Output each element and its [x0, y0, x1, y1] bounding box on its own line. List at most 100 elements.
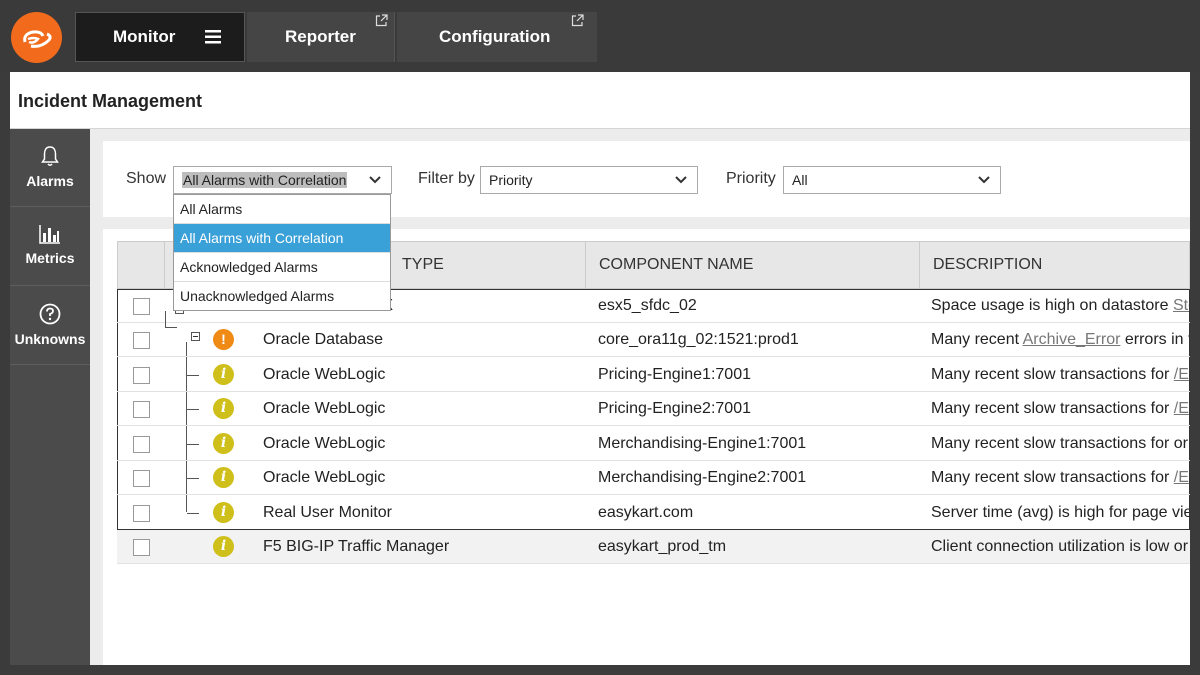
row-description-text: Many recent slow transactions for — [931, 469, 1174, 486]
row-component[interactable]: esx5_sfdc_02 — [598, 297, 697, 315]
tree-line — [187, 409, 199, 410]
table-row[interactable]: i Oracle WebLogic Merchandising-Engine1:… — [117, 427, 1190, 461]
tab-reporter-label: Reporter — [285, 27, 356, 46]
row-description-tail: errors in th — [1124, 331, 1189, 348]
dropdown-option-unacknowledged[interactable]: Unacknowledged Alarms — [174, 282, 390, 310]
row-description-link[interactable]: /E — [1174, 469, 1189, 486]
row-checkbox[interactable] — [133, 505, 150, 522]
row-checkbox[interactable] — [133, 298, 150, 315]
priority-label: Priority — [726, 170, 776, 187]
row-checkbox[interactable] — [133, 332, 150, 349]
bar-chart-icon — [39, 225, 60, 244]
priority-select-value: All — [792, 172, 808, 188]
tab-configuration[interactable]: Configuration — [397, 12, 597, 62]
table-row[interactable]: ! Oracle Database core_ora11g_02:1521:pr… — [117, 323, 1190, 357]
tree-line — [187, 513, 199, 514]
row-component[interactable]: Merchandising-Engine1:7001 — [598, 435, 806, 453]
info-alarm-icon: i — [213, 364, 234, 385]
tree-line — [187, 478, 199, 479]
row-type: Oracle Database — [263, 331, 384, 348]
row-description: Many recent slow transactions for /E — [931, 366, 1189, 384]
dropdown-option-all-alarms[interactable]: All Alarms — [174, 195, 390, 224]
header-component-label: COMPONENT NAME — [599, 256, 754, 273]
row-description: Many recent Archive_Error errors in th — [931, 331, 1189, 349]
page-title: Incident Management — [18, 91, 203, 111]
sidebar-item-unknowns[interactable]: Unknowns — [10, 287, 90, 365]
row-description: Many recent slow transactions for or — [931, 435, 1188, 452]
chevron-down-icon — [675, 176, 687, 184]
table-row[interactable]: i Oracle WebLogic Pricing-Engine2:7001 M… — [117, 392, 1190, 426]
row-checkbox[interactable] — [133, 436, 150, 453]
row-component[interactable]: easykart.com — [598, 504, 693, 522]
row-type: Oracle WebLogic — [263, 366, 386, 383]
row-type: Oracle WebLogic — [263, 469, 386, 486]
header-component-name[interactable]: COMPONENT NAME — [585, 242, 919, 288]
dropdown-option-acknowledged[interactable]: Acknowledged Alarms — [174, 253, 390, 282]
show-dropdown-menu: All Alarms All Alarms with Correlation A… — [173, 194, 391, 311]
header-description-label: DESCRIPTION — [933, 256, 1043, 273]
row-description-text: Many recent — [931, 331, 1023, 348]
row-description-link[interactable]: Sto — [1173, 297, 1189, 314]
bell-icon — [41, 146, 59, 166]
row-description-link[interactable]: /E — [1174, 400, 1189, 417]
info-alarm-icon: i — [213, 502, 234, 523]
row-description: Many recent slow transactions for /E — [931, 469, 1189, 487]
question-circle-icon — [39, 303, 61, 325]
filter-by-select[interactable]: Priority — [480, 166, 698, 194]
row-type: F5 BIG-IP Traffic Manager — [263, 538, 450, 555]
chevron-down-icon — [978, 176, 990, 184]
tab-reporter[interactable]: Reporter — [247, 12, 395, 62]
external-link-icon — [571, 14, 584, 27]
row-component[interactable]: core_ora11g_02:1521:prod1 — [598, 331, 799, 349]
show-select[interactable]: All Alarms with Correlation — [173, 166, 392, 194]
show-label: Show — [126, 170, 167, 187]
external-link-icon — [375, 14, 388, 27]
title-bar: Incident Management — [10, 72, 1190, 129]
tab-configuration-label: Configuration — [439, 27, 551, 46]
row-checkbox[interactable] — [133, 367, 150, 384]
row-checkbox[interactable] — [133, 401, 150, 418]
chevron-down-icon — [369, 176, 381, 184]
info-alarm-icon: i — [213, 467, 234, 488]
row-description-text: Many recent slow transactions for — [931, 366, 1174, 383]
row-description: Many recent slow transactions for /E — [931, 400, 1189, 418]
tree-line — [187, 444, 199, 445]
row-component[interactable]: Pricing-Engine1:7001 — [598, 366, 751, 384]
sidebar-item-metrics[interactable]: Metrics — [10, 208, 90, 286]
row-description-link[interactable]: /E — [1174, 366, 1189, 383]
table-row[interactable]: i Oracle WebLogic Merchandising-Engine2:… — [117, 461, 1190, 495]
sidebar-item-alarms-label: Alarms — [26, 173, 74, 189]
row-description-text: Many recent slow transactions for — [931, 400, 1174, 417]
app-shell: Incident Management Alarms Metrics Unkno… — [10, 72, 1190, 665]
info-alarm-icon: i — [213, 433, 234, 454]
hamburger-menu-icon[interactable] — [205, 30, 221, 44]
row-description: Client connection utilization is low or — [931, 538, 1189, 555]
info-alarm-icon: i — [213, 536, 234, 557]
table-row[interactable]: i F5 BIG-IP Traffic Manager easykart_pro… — [117, 530, 1190, 564]
sidebar-item-metrics-label: Metrics — [25, 250, 75, 266]
row-description-link[interactable]: Archive_Error — [1023, 331, 1121, 348]
dropdown-option-all-alarms-correlation[interactable]: All Alarms with Correlation — [174, 224, 390, 253]
row-type: Real User Monitor — [263, 504, 392, 521]
row-checkbox[interactable] — [133, 539, 150, 556]
priority-select[interactable]: All — [783, 166, 1001, 194]
app-logo[interactable] — [11, 12, 62, 63]
header-description[interactable]: DESCRIPTION — [919, 242, 1190, 288]
table-row[interactable]: i Oracle WebLogic Pricing-Engine1:7001 M… — [117, 358, 1190, 392]
table-row[interactable]: i Real User Monitor easykart.com Server … — [117, 496, 1190, 530]
top-navigation-bar: Monitor Reporter Configuration — [0, 0, 1200, 72]
row-type: Oracle WebLogic — [263, 400, 386, 417]
sidebar-item-alarms[interactable]: Alarms — [10, 129, 90, 207]
info-alarm-icon: i — [213, 398, 234, 419]
filter-by-label: Filter by — [418, 170, 475, 187]
row-component[interactable]: Merchandising-Engine2:7001 — [598, 469, 806, 487]
row-component[interactable]: easykart_prod_tm — [598, 538, 726, 556]
sidebar-item-unknowns-label: Unknowns — [14, 331, 86, 347]
row-checkbox[interactable] — [133, 470, 150, 487]
tab-monitor-label: Monitor — [113, 27, 176, 46]
tab-monitor[interactable]: Monitor — [75, 12, 245, 62]
show-select-value: All Alarms with Correlation — [182, 172, 348, 188]
collapse-toggle-icon[interactable] — [191, 332, 200, 341]
row-component[interactable]: Pricing-Engine2:7001 — [598, 400, 751, 418]
row-type: Oracle WebLogic — [263, 435, 386, 452]
